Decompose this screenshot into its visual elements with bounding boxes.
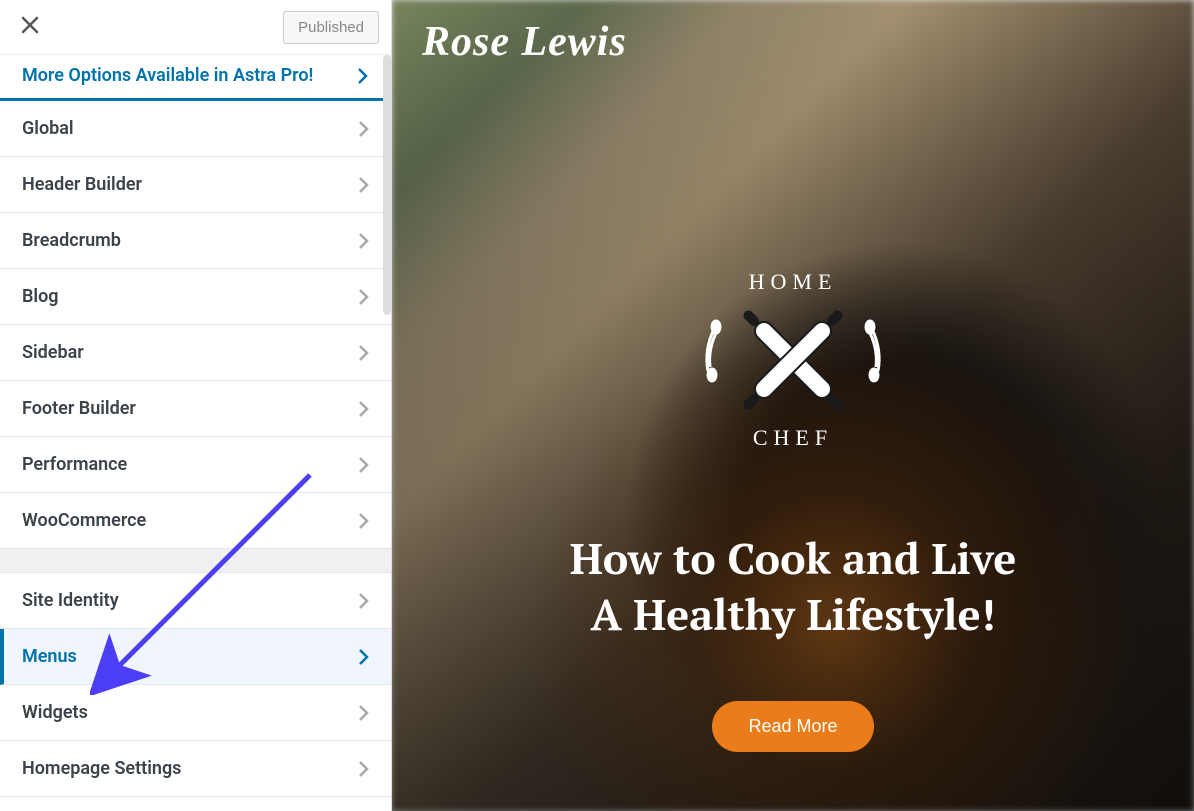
nav-item-header-builder[interactable]: Header Builder bbox=[0, 157, 391, 213]
nav-item-sidebar[interactable]: Sidebar bbox=[0, 325, 391, 381]
publish-button[interactable]: Published bbox=[283, 11, 379, 44]
nav-item-label: Site Identity bbox=[22, 590, 119, 611]
nav-item-homepage-settings[interactable]: Homepage Settings bbox=[0, 741, 391, 797]
nav-item-widgets[interactable]: Widgets bbox=[0, 685, 391, 741]
chevron-right-icon bbox=[357, 67, 369, 85]
scrollbar[interactable] bbox=[383, 55, 391, 315]
nav-item-label: Performance bbox=[22, 454, 127, 475]
hero-section: HOME bbox=[392, 255, 1194, 752]
badge-top-text: HOME bbox=[749, 269, 838, 295]
nav-item-global[interactable]: Global bbox=[0, 101, 391, 157]
nav-item-label: Menus bbox=[22, 646, 77, 667]
read-more-button[interactable]: Read More bbox=[712, 701, 873, 752]
hero-line-2: A Healthy Lifestyle! bbox=[570, 587, 1017, 643]
hero-line-1: How to Cook and Live bbox=[570, 531, 1017, 587]
nav-item-breadcrumb[interactable]: Breadcrumb bbox=[0, 213, 391, 269]
nav-item-footer-builder[interactable]: Footer Builder bbox=[0, 381, 391, 437]
nav-item-label: Header Builder bbox=[22, 174, 142, 195]
nav-list: Global Header Builder Breadcrumb Blog Sideba… bbox=[0, 101, 391, 811]
nav-item-label: Footer Builder bbox=[22, 398, 136, 419]
nav-item-label: Global bbox=[22, 118, 74, 139]
chevron-right-icon bbox=[358, 120, 369, 138]
nav-item-label: Breadcrumb bbox=[22, 230, 121, 251]
nav-item-label: Widgets bbox=[22, 702, 88, 723]
close-icon[interactable] bbox=[20, 14, 40, 40]
hero-title: How to Cook and Live A Healthy Lifestyle… bbox=[570, 531, 1017, 643]
nav-item-menus[interactable]: Menus bbox=[0, 629, 391, 685]
customizer-sidebar: Published More Options Available in Astr… bbox=[0, 0, 392, 811]
badge-bottom-text: CHEF bbox=[753, 425, 833, 451]
chevron-right-icon bbox=[358, 512, 369, 530]
chevron-right-icon bbox=[358, 176, 369, 194]
nav-item-label: Homepage Settings bbox=[22, 758, 181, 779]
chevron-right-icon bbox=[358, 288, 369, 306]
chevron-right-icon bbox=[358, 232, 369, 250]
site-preview: Rose Lewis HOME bbox=[392, 0, 1194, 811]
chevron-right-icon bbox=[358, 456, 369, 474]
chevron-right-icon bbox=[358, 704, 369, 722]
chevron-right-icon bbox=[358, 344, 369, 362]
promo-label: More Options Available in Astra Pro! bbox=[22, 65, 313, 86]
home-chef-badge: HOME bbox=[688, 255, 898, 465]
nav-item-woocommerce[interactable]: WooCommerce bbox=[0, 493, 391, 549]
nav-item-label: Sidebar bbox=[22, 342, 84, 363]
nav-item-site-identity[interactable]: Site Identity bbox=[0, 573, 391, 629]
astra-pro-promo[interactable]: More Options Available in Astra Pro! bbox=[0, 55, 391, 101]
chevron-right-icon bbox=[358, 760, 369, 778]
nav-item-label: Blog bbox=[22, 286, 59, 307]
nav-item-blog[interactable]: Blog bbox=[0, 269, 391, 325]
section-divider bbox=[0, 549, 391, 573]
site-logo[interactable]: Rose Lewis bbox=[422, 18, 627, 66]
chevron-right-icon bbox=[358, 592, 369, 610]
chevron-right-icon bbox=[358, 648, 369, 666]
nav-item-label: WooCommerce bbox=[22, 510, 146, 531]
nav-item-performance[interactable]: Performance bbox=[0, 437, 391, 493]
sidebar-header: Published bbox=[0, 0, 391, 55]
chevron-right-icon bbox=[358, 400, 369, 418]
